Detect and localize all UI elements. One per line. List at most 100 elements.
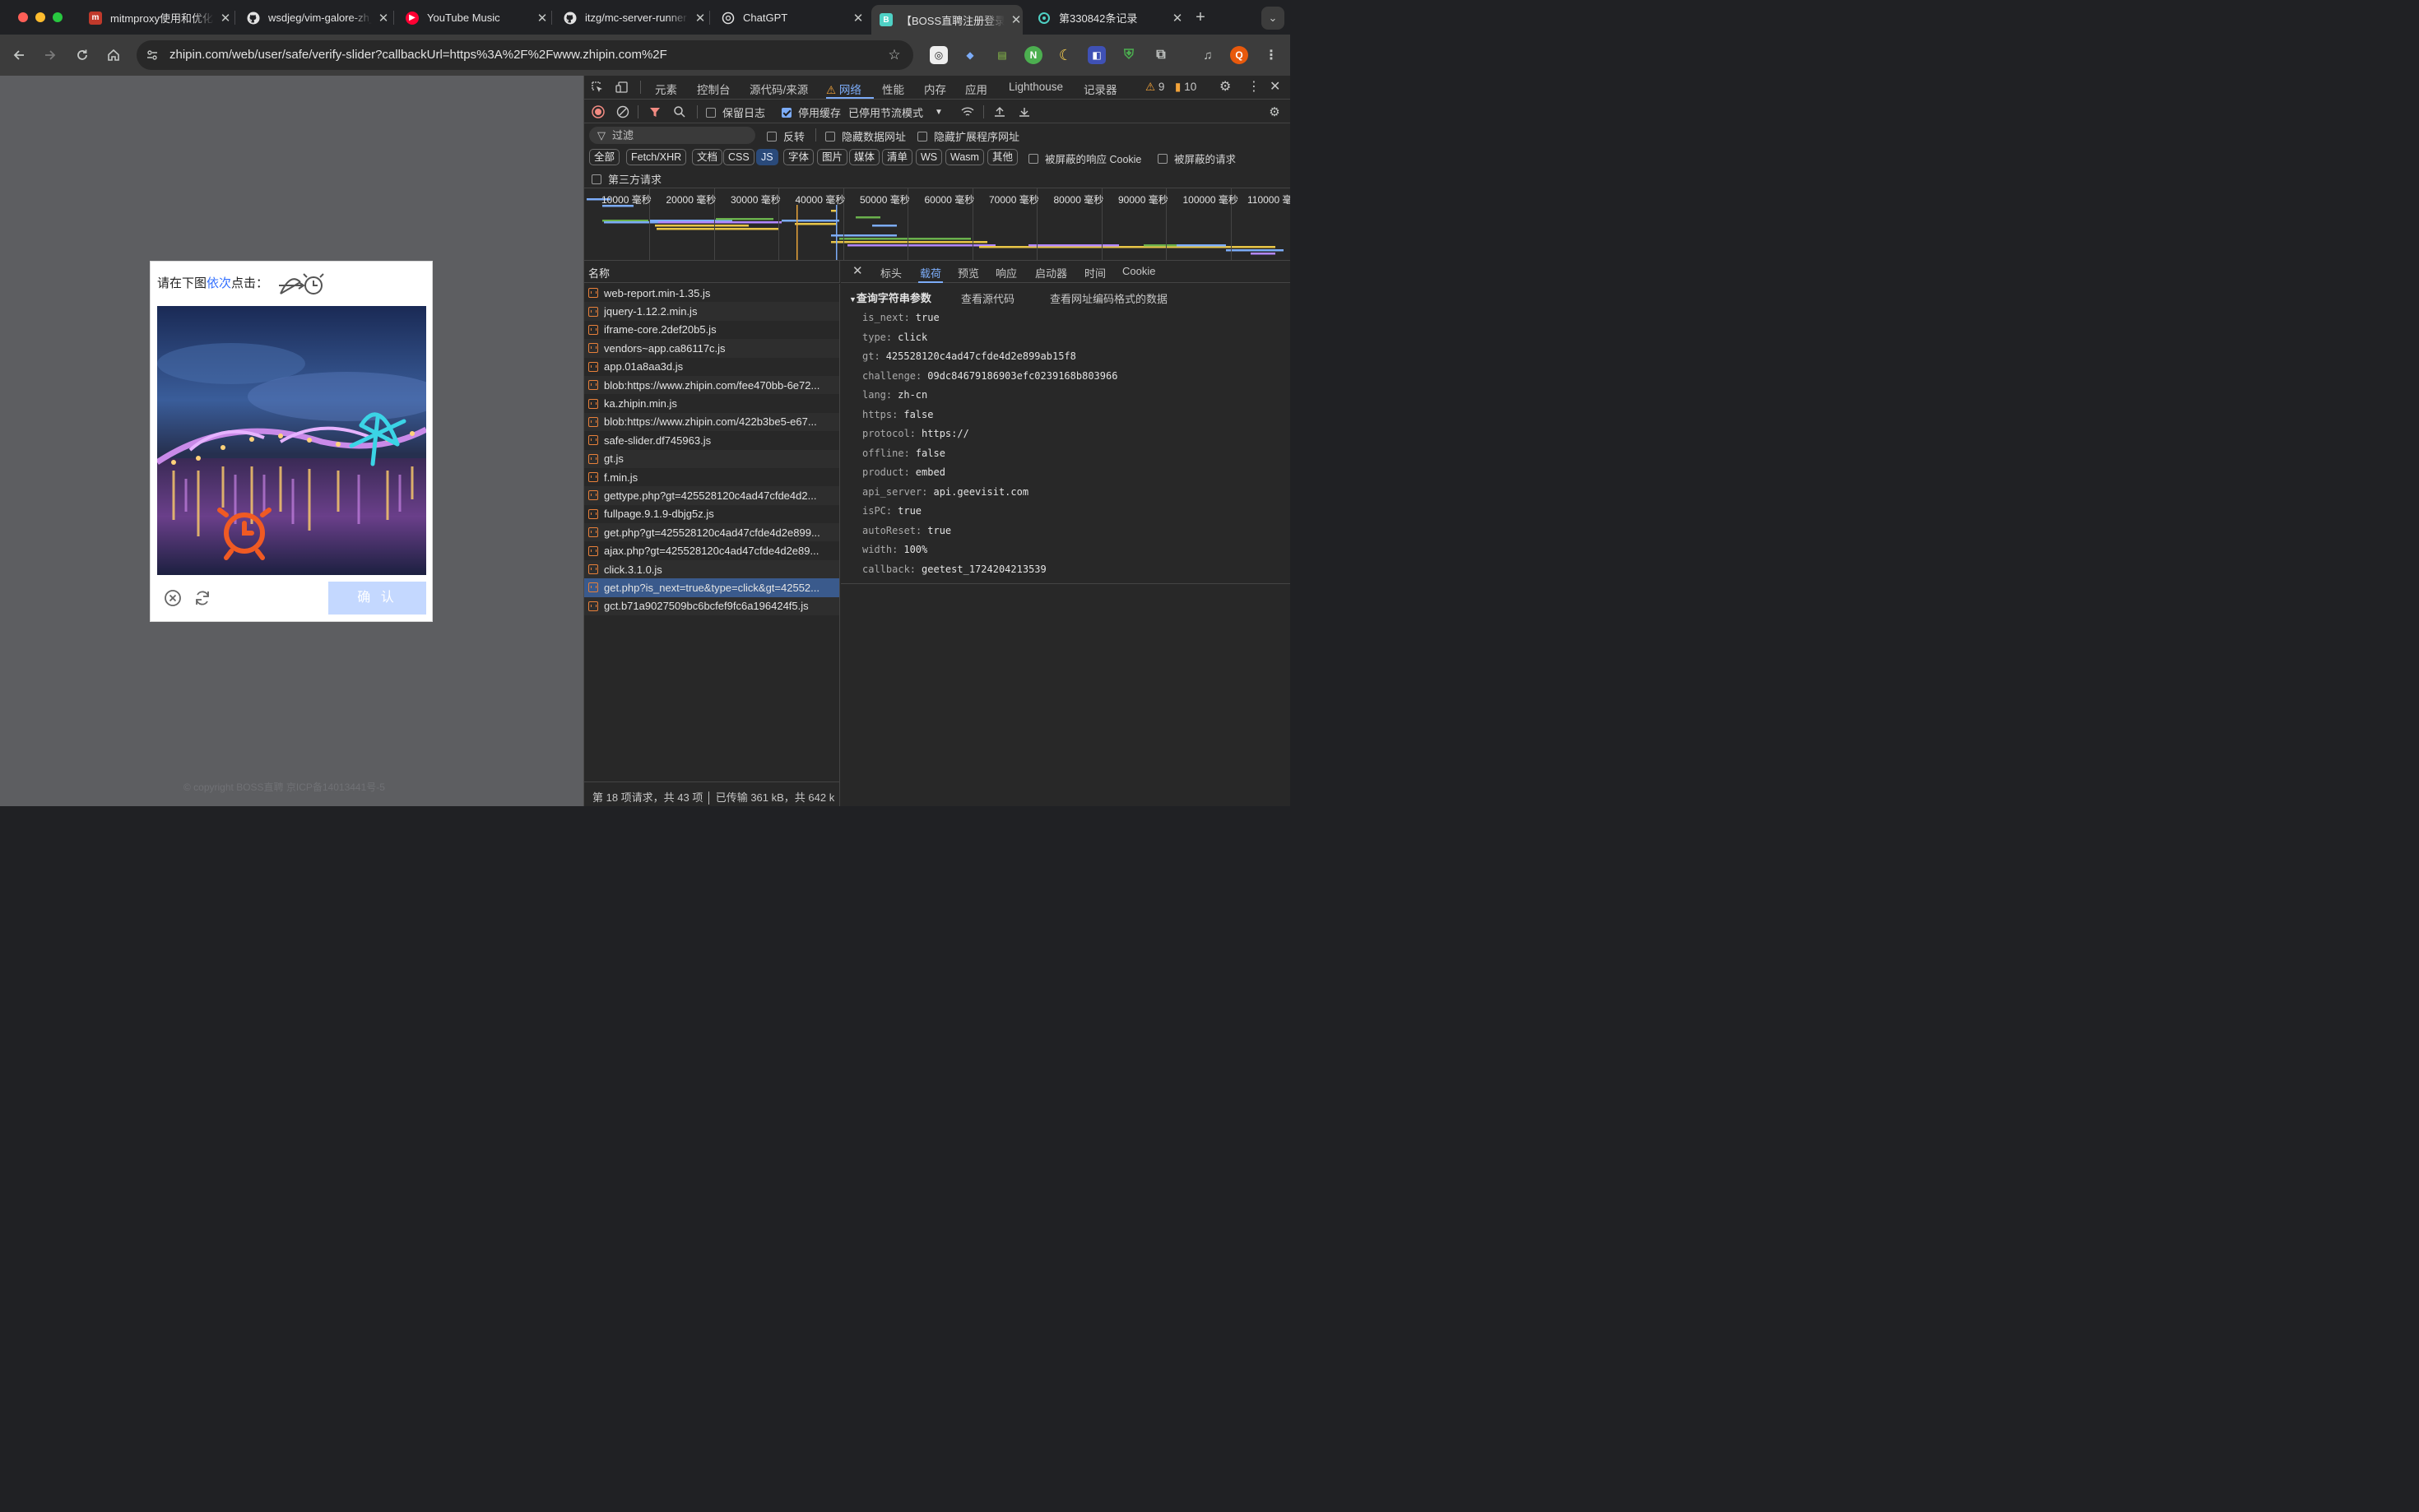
- request-row[interactable]: f.min.js: [584, 468, 839, 486]
- address-bar[interactable]: zhipin.com/web/user/safe/verify-slider?c…: [137, 40, 913, 70]
- tab-search-chevron-down-icon[interactable]: ⌄: [1261, 7, 1284, 30]
- tab-performance[interactable]: 性能: [882, 81, 904, 97]
- browser-tab[interactable]: ChatGPT ✕: [715, 5, 865, 30]
- site-info-tune-icon[interactable]: [143, 46, 161, 64]
- extension-icon[interactable]: ◧: [1088, 46, 1106, 64]
- forward-arrow-icon[interactable]: [41, 46, 59, 64]
- captcha-close-icon[interactable]: [164, 589, 182, 607]
- new-tab-button[interactable]: +: [1191, 8, 1210, 26]
- hide-data-urls-checkbox[interactable]: 隐藏数据网址: [825, 128, 906, 144]
- network-conditions-wifi-icon[interactable]: [959, 104, 976, 120]
- request-row[interactable]: gct.b71a9027509bc6bcfef9fc6a196424f5.js: [584, 596, 839, 616]
- detail-tab-response[interactable]: 响应: [996, 265, 1017, 281]
- request-row[interactable]: get.php?gt=425528120c4ad47cfde4d2e899...: [584, 523, 839, 542]
- device-toolbar-icon[interactable]: [614, 79, 630, 95]
- extension-icon[interactable]: ◎: [930, 46, 948, 64]
- warnings-counter[interactable]: ⚠ 9: [1145, 81, 1164, 94]
- back-arrow-icon[interactable]: [10, 46, 28, 64]
- close-tab-icon[interactable]: ✕: [1171, 11, 1184, 26]
- filter-input[interactable]: ▽ 过滤: [589, 127, 755, 144]
- request-row[interactable]: fullpage.9.1.9-dbjg5z.js: [584, 505, 839, 523]
- view-source-link[interactable]: 查看源代码: [961, 290, 1014, 306]
- request-row[interactable]: blob:https://www.zhipin.com/fee470bb-6e7…: [584, 375, 839, 395]
- detail-tab-preview[interactable]: 预览: [958, 265, 979, 281]
- third-party-checkbox[interactable]: 第三方请求: [592, 171, 662, 187]
- captcha-image[interactable]: [157, 306, 426, 575]
- request-row[interactable]: safe-slider.df745963.js: [584, 431, 839, 449]
- reload-icon[interactable]: [73, 46, 91, 64]
- filter-funnel-icon[interactable]: [647, 104, 663, 120]
- profile-avatar[interactable]: Q: [1230, 46, 1248, 64]
- minimize-window-button[interactable]: [35, 12, 45, 22]
- extension-icon[interactable]: ▤: [993, 46, 1011, 64]
- close-window-button[interactable]: [18, 12, 28, 22]
- request-row[interactable]: jquery-1.12.2.min.js: [584, 302, 839, 321]
- type-filter-manifest[interactable]: 清单: [882, 149, 913, 165]
- type-filter-fetch-xhr[interactable]: Fetch/XHR: [626, 149, 687, 165]
- request-row[interactable]: get.php?is_next=true&type=click&gt=42552…: [584, 578, 839, 597]
- close-tab-icon[interactable]: ✕: [377, 11, 390, 26]
- more-menu-icon[interactable]: ⋮: [1247, 78, 1261, 95]
- export-download-icon[interactable]: [1016, 104, 1033, 120]
- browser-tab[interactable]: itzg/mc-server-runner ✕: [557, 5, 707, 30]
- browser-tab[interactable]: m mitmproxy使用和优化 ✕: [82, 5, 232, 30]
- close-detail-icon[interactable]: ✕: [852, 263, 863, 278]
- tab-network[interactable]: ⚠ 网络: [826, 81, 861, 97]
- request-row[interactable]: ajax.php?gt=425528120c4ad47cfde4d2e89...: [584, 541, 839, 559]
- detail-tab-cookies[interactable]: Cookie: [1122, 265, 1155, 277]
- shield-icon[interactable]: ⛨: [1120, 46, 1138, 64]
- issues-counter[interactable]: ▮ 10: [1175, 81, 1196, 94]
- import-upload-icon[interactable]: [991, 104, 1008, 120]
- network-overview-timeline[interactable]: 10000 毫秒 20000 毫秒 30000 毫秒 40000 毫秒 50000 毫秒…: [584, 188, 1290, 261]
- tab-console[interactable]: 控制台: [697, 81, 731, 97]
- detail-tab-headers[interactable]: 标头: [880, 265, 902, 281]
- blocked-requests-checkbox[interactable]: 被屏蔽的请求: [1158, 151, 1236, 166]
- settings-gear-icon[interactable]: ⚙: [1219, 78, 1231, 95]
- search-icon[interactable]: [671, 104, 688, 120]
- detail-tab-initiator[interactable]: 启动器: [1035, 265, 1067, 281]
- request-row[interactable]: app.01a8aa3d.js: [584, 358, 839, 376]
- clear-icon[interactable]: [615, 104, 631, 120]
- request-row[interactable]: iframe-core.2def20b5.js: [584, 321, 839, 339]
- tab-sources[interactable]: 源代码/来源: [750, 81, 808, 97]
- browser-tab[interactable]: 第330842条记录 ✕: [1031, 5, 1184, 30]
- close-tab-icon[interactable]: ✕: [219, 11, 232, 26]
- captcha-refresh-icon[interactable]: [193, 589, 211, 607]
- media-controls-icon[interactable]: ♫: [1199, 46, 1217, 64]
- type-filter-font[interactable]: 字体: [783, 149, 815, 165]
- detail-tab-payload[interactable]: 载荷: [920, 265, 941, 281]
- query-string-section-toggle[interactable]: ▼查询字符串参数: [849, 290, 931, 305]
- browser-tab-active[interactable]: B 【BOSS直聘注册登录 ✕: [871, 5, 1023, 35]
- type-filter-other[interactable]: 其他: [987, 149, 1019, 165]
- type-filter-wasm[interactable]: Wasm: [945, 149, 984, 165]
- request-row[interactable]: vendors~app.ca86117c.js: [584, 339, 839, 358]
- browser-tab[interactable]: ▶ YouTube Music ✕: [399, 5, 549, 30]
- home-icon[interactable]: [104, 46, 123, 64]
- extension-icon[interactable]: ◆: [961, 46, 979, 64]
- preserve-log-checkbox[interactable]: 保留日志: [706, 104, 765, 120]
- type-filter-doc[interactable]: 文档: [692, 149, 723, 165]
- extensions-puzzle-icon[interactable]: ⧉: [1152, 46, 1170, 64]
- close-tab-icon[interactable]: ✕: [1010, 12, 1023, 27]
- type-filter-ws[interactable]: WS: [916, 149, 943, 165]
- tab-elements[interactable]: 元素: [655, 81, 677, 97]
- request-row[interactable]: click.3.1.0.js: [584, 559, 839, 579]
- type-filter-css[interactable]: CSS: [723, 149, 754, 165]
- browser-tab[interactable]: wsdjeg/vim-galore-zh_cn ✕: [240, 5, 390, 30]
- browser-menu-icon[interactable]: ⋮: [1262, 46, 1280, 64]
- zoom-window-button[interactable]: [53, 12, 63, 22]
- bookmark-star-icon[interactable]: ☆: [885, 46, 903, 64]
- name-column-header[interactable]: 名称: [584, 261, 840, 283]
- type-filter-img[interactable]: 图片: [817, 149, 848, 165]
- tab-lighthouse[interactable]: Lighthouse: [1009, 81, 1063, 93]
- disable-cache-checkbox[interactable]: 停用缓存: [782, 104, 841, 120]
- type-filter-all[interactable]: 全部: [589, 149, 620, 165]
- type-filter-media[interactable]: 媒体: [849, 149, 880, 165]
- type-filter-js[interactable]: JS: [756, 149, 778, 165]
- request-row[interactable]: web-report.min-1.35.js: [584, 284, 839, 302]
- request-row[interactable]: blob:https://www.zhipin.com/422b3be5-e67…: [584, 412, 839, 432]
- extension-icon[interactable]: N: [1024, 46, 1042, 64]
- close-devtools-icon[interactable]: ✕: [1270, 78, 1280, 95]
- tab-recorder[interactable]: 记录器: [1084, 81, 1117, 97]
- captcha-confirm-button[interactable]: 确 认: [328, 582, 426, 615]
